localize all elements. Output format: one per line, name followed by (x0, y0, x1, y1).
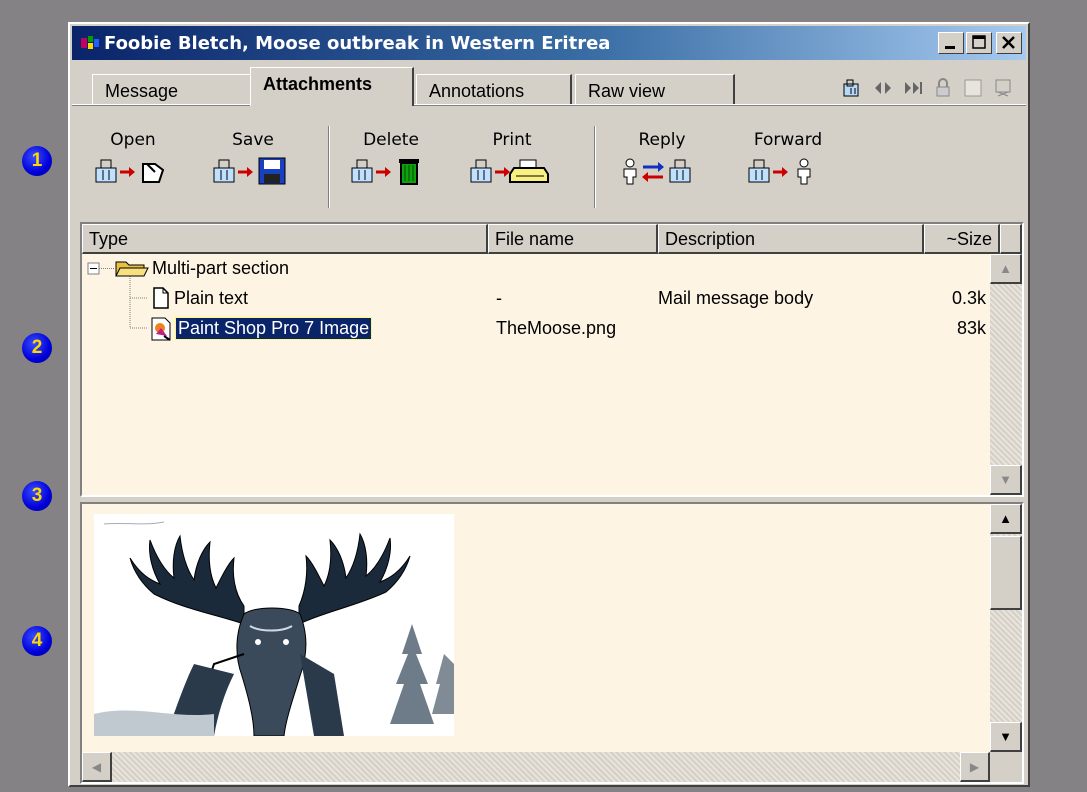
preview-vertical-scrollbar[interactable]: ▲ ▼ (990, 504, 1022, 752)
scroll-corner (990, 752, 1022, 782)
attachment-toolbar: Open Save Delete Print Reply Forward (72, 120, 1026, 212)
tab-strip: Message Attachments Annotations Raw view (72, 64, 1026, 108)
preview-horizontal-scrollbar[interactable]: ◀ ▶ (82, 752, 990, 782)
marker-1: 1 (22, 146, 52, 176)
open-icon (95, 159, 165, 183)
tab-raw-view[interactable]: Raw view (575, 74, 735, 104)
lock-icon[interactable] (932, 78, 954, 98)
column-file-name[interactable]: File name (488, 224, 658, 254)
column-type[interactable]: Type (82, 224, 488, 254)
tab-annotations[interactable]: Annotations (416, 74, 572, 104)
scroll-thumb[interactable] (990, 536, 1022, 610)
tab-message[interactable]: Message (92, 74, 254, 104)
forward-icon (748, 158, 811, 185)
forward-button[interactable]: Forward (736, 130, 840, 186)
app-icon (80, 33, 100, 53)
checkbox-icon[interactable] (962, 78, 984, 98)
title-bar[interactable]: Foobie Bletch, Moose outbreak in Western… (72, 26, 1026, 60)
attachment-preview: ▲ ▼ ◀ ▶ (80, 502, 1024, 784)
list-vertical-scrollbar[interactable]: ▲ ▼ (990, 254, 1022, 495)
printer-icon (470, 159, 549, 183)
save-icon (213, 157, 286, 185)
cell-size: 83k (956, 318, 986, 338)
scroll-down-button[interactable]: ▼ (990, 722, 1022, 752)
attachment-icon[interactable] (842, 78, 864, 98)
reply-label: Reply (638, 130, 686, 150)
scroll-up-button[interactable]: ▲ (990, 504, 1022, 534)
tab-icon-group (842, 78, 1014, 98)
scroll-left-button[interactable]: ◀ (82, 752, 112, 782)
tab-attachments[interactable]: Attachments (250, 67, 414, 106)
scroll-up-button[interactable]: ▲ (990, 254, 1022, 284)
save-button[interactable]: Save (208, 130, 298, 186)
print-button[interactable]: Print (464, 130, 560, 186)
marker-4: 4 (22, 626, 52, 656)
column-description[interactable]: Description (658, 224, 924, 254)
open-button[interactable]: Open (88, 130, 178, 186)
column-spacer (1000, 224, 1022, 254)
save-label: Save (232, 130, 274, 150)
tree-row-multipart[interactable]: Multi-part section (82, 254, 990, 284)
marker-3: 3 (22, 481, 52, 511)
reply-icon (623, 158, 691, 185)
window-title: Foobie Bletch, Moose outbreak in Western… (104, 32, 611, 54)
cell-file-name: TheMoose.png (496, 318, 617, 338)
delete-label: Delete (363, 130, 419, 150)
moose-image (94, 514, 454, 736)
open-label: Open (110, 130, 156, 150)
close-button[interactable] (996, 32, 1022, 54)
attachment-list: Type File name Description ~Size Multi-p… (80, 222, 1024, 497)
close-icon (1002, 36, 1015, 49)
scroll-right-button[interactable]: ▶ (960, 752, 990, 782)
cell-file-name: - (496, 288, 502, 308)
attachment-tree: Multi-part section Plain text - Mail mes… (82, 254, 990, 495)
reply-button[interactable]: Reply (614, 130, 710, 186)
column-size[interactable]: ~Size (924, 224, 1000, 254)
forward-label: Forward (753, 130, 823, 150)
table-row[interactable]: Plain text - Mail message body 0.3k (82, 284, 990, 314)
delete-button[interactable]: Delete (346, 130, 436, 186)
cell-size: 0.3k (951, 288, 986, 308)
list-header: Type File name Description ~Size (82, 224, 1022, 254)
cell-description: Mail message body (658, 288, 814, 308)
message-window: Foobie Bletch, Moose outbreak in Western… (68, 22, 1030, 787)
marker-2: 2 (22, 333, 52, 363)
folder-open-icon (114, 258, 150, 283)
scroll-down-button[interactable]: ▼ (990, 465, 1022, 495)
cell-type: Plain text (174, 288, 249, 308)
trash-icon (351, 159, 419, 185)
image-file-icon (150, 316, 174, 347)
skip-icon[interactable] (902, 78, 924, 98)
minimize-button[interactable] (938, 32, 964, 54)
table-row[interactable]: Paint Shop Pro 7 Image TheMoose.png 83k (82, 314, 990, 344)
decrypt-icon[interactable] (992, 78, 1014, 98)
document-icon (152, 286, 170, 315)
prev-next-icon[interactable] (872, 78, 894, 98)
cell-type: Paint Shop Pro 7 Image (174, 317, 373, 340)
tree-label-multipart: Multi-part section (152, 258, 290, 278)
print-label: Print (492, 130, 532, 150)
maximize-button[interactable] (966, 32, 992, 54)
